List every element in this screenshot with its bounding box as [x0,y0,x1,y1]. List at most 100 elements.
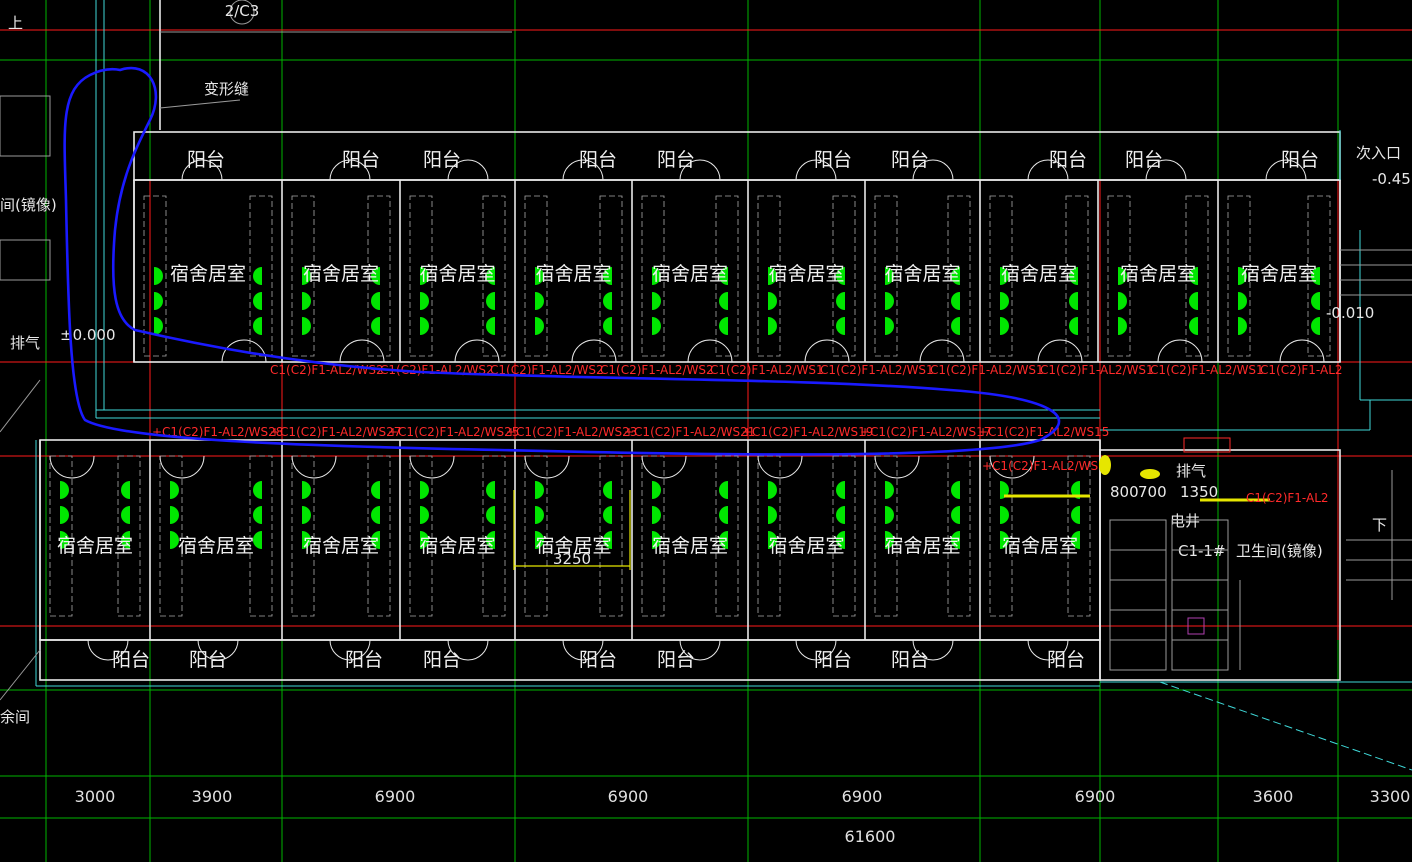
balcony-label: 阳台 [112,649,150,671]
room-label: 宿舍居室 [652,535,728,557]
light-fixture-icon [836,317,845,335]
light-fixture-icon [253,267,262,285]
room-label: 宿舍居室 [419,263,495,285]
light-fixture-icon [885,506,894,524]
light-fixture-icon [768,506,777,524]
unit-tag: C1-1# [1178,542,1226,560]
light-fixture-icon [1238,292,1247,310]
stair-up-label: 上 [8,14,23,32]
light-fixture-icon [420,292,429,310]
room-door [454,339,500,363]
light-fixture-icon [603,292,612,310]
room-label: 宿舍居室 [768,263,844,285]
light-fixture-icon [253,506,262,524]
exhaust-label: 排气 [10,334,40,352]
light-fixture-icon [121,481,130,499]
room-label: 宿舍居室 [1241,263,1317,285]
axis-dimension: 6900 [608,787,649,806]
room-label: 宿舍居室 [57,535,133,557]
circuit-label: C1(C2)F1-AL2/WS2 [600,363,714,377]
axis-dimension: 3000 [75,787,116,806]
light-fixture-icon [1000,506,1009,524]
room-door [339,339,385,363]
light-fixture-icon [951,481,960,499]
light-fixture-icon [1118,292,1127,310]
room-label: 余间 [0,708,30,726]
balcony-label: 阳台 [189,649,227,671]
light-fixture-icon [1238,317,1247,335]
room-door [1037,339,1083,363]
light-fixture-icon [420,506,429,524]
light-fixture-icon [768,292,777,310]
circuit-label: C1(C2)F1-AL2/WS1 [710,363,824,377]
room-label: 宿舍居室 [884,535,960,557]
bathroom-label: 间(镜像) [0,196,57,214]
light-fixture-icon [951,506,960,524]
light-fixture-icon [652,292,661,310]
light-fixture-icon [1071,506,1080,524]
light-fixture-icon [603,506,612,524]
light-fixture-icon [1069,292,1078,310]
circuit-label: C1(C2)F1-AL2 [1260,363,1343,377]
light-fixture-icon [302,317,311,335]
light-fixture-icon [1189,317,1198,335]
light-fixture-icon [253,317,262,335]
room-label: 宿舍居室 [652,263,728,285]
light-fixture-icon [885,317,894,335]
light-fixture-icon [371,481,380,499]
balcony-label: 阳台 [187,149,225,171]
stair-down-label: 下 [1372,516,1387,534]
total-dimension: 61600 [845,827,896,846]
balcony-label: 阳台 [579,649,617,671]
light-fixture-icon [486,481,495,499]
room-label: 宿舍居室 [303,535,379,557]
light-fixture-icon [302,292,311,310]
balcony-label: 阳台 [657,149,695,171]
expansion-joint-label: 变形缝 [204,80,249,98]
light-fixture-icon [951,292,960,310]
light-fixture-icon [652,506,661,524]
light-fixture-icon [253,531,262,549]
small-dimension: 1350 [1180,483,1218,501]
light-fixture-icon [535,481,544,499]
light-fixture-icon [420,317,429,335]
room-label: 宿舍居室 [1120,263,1196,285]
light-fixture-icon [719,506,728,524]
inner-dimension: 3250 [553,550,591,568]
room-door [1279,339,1325,363]
balcony-label: 阳台 [345,649,383,671]
light-fixture-icon [302,481,311,499]
light-fixture-icon [535,317,544,335]
circuit-label: C1(C2)F1-AL2/WS1 [1040,363,1154,377]
axis-dimension: 3600 [1253,787,1294,806]
light-fixture-icon [371,292,380,310]
light-fixture-icon [719,292,728,310]
balcony-label: 阳台 [1125,149,1163,171]
cad-floor-plan: 宿舍居室 宿舍居室 宿舍居室 宿舍居室 宿舍居室 宿舍居室 宿舍居室 宿舍居室 宿舍居室 宿舍居室… [0,0,1412,862]
light-fixture-icon [603,317,612,335]
circuit-label: +C1(C2)F1-AL2/WS27 [270,425,401,439]
light-fixture-icon [951,317,960,335]
light-fixture-icon [1311,317,1320,335]
light-fixture-icon [768,481,777,499]
room-door [919,339,965,363]
light-fixture-icon [885,292,894,310]
circuit-label: C1(C2)F1-AL2 [1246,491,1329,505]
room-label: 宿舍居室 [303,263,379,285]
light-fixture-icon [1069,317,1078,335]
balcony-label: 阳台 [814,149,852,171]
light-fixture-icon [836,481,845,499]
elevation-label: -0.010 [1326,304,1374,322]
light-fixture-icon [603,481,612,499]
light-fixture-icon [535,506,544,524]
light-fixture-icon [535,292,544,310]
balcony-label: 阳台 [1049,149,1087,171]
room-door [804,339,850,363]
light-fixture-icon [302,506,311,524]
axis-dimension: 6900 [842,787,883,806]
stairs [1340,249,1412,600]
circuit-label: C1(C2)F1-AL2/WS1 [820,363,934,377]
light-fixture-icon [486,506,495,524]
balcony-label: 阳台 [891,649,929,671]
room-label: 宿舍居室 [884,263,960,285]
